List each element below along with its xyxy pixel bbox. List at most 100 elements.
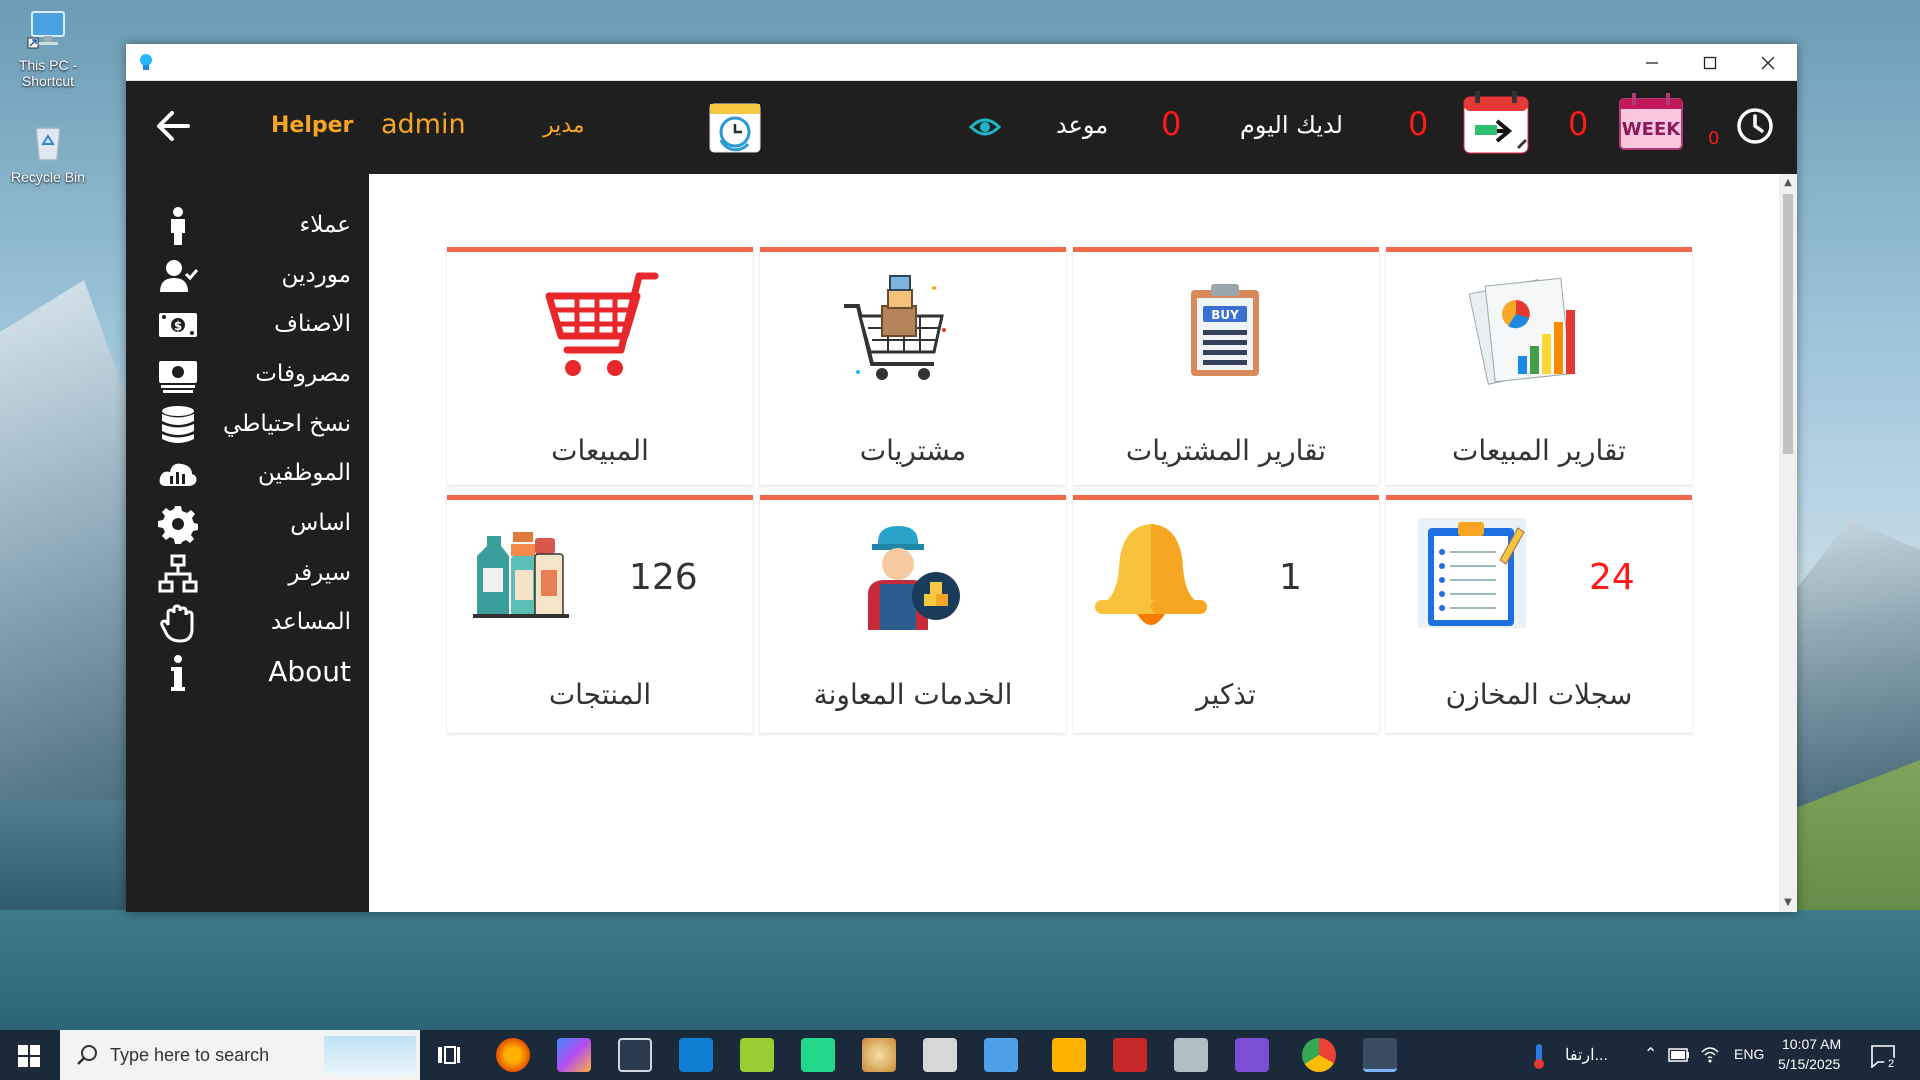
transfer-count: 0 — [1568, 105, 1589, 143]
scroll-down-icon[interactable]: ▼ — [1779, 894, 1797, 912]
scroll-thumb[interactable] — [1783, 194, 1793, 454]
maximize-button[interactable] — [1681, 44, 1739, 81]
desktop-icon-this-pc[interactable]: This PC - Shortcut — [0, 10, 96, 89]
network-icon — [158, 554, 198, 593]
card-sales-reports[interactable]: تقارير المبيعات — [1386, 247, 1692, 485]
card-title: تقارير المشتريات — [1125, 434, 1327, 467]
desktop-icon-recycle-bin[interactable]: Recycle Bin — [0, 122, 96, 185]
minimize-button[interactable] — [1623, 44, 1681, 81]
card-purchase-reports[interactable]: BUY تقارير المشتريات — [1073, 247, 1379, 485]
app-bulb-icon — [140, 54, 152, 70]
toolbox-icon[interactable] — [1113, 1038, 1147, 1072]
sidebar-item-expenses[interactable]: مصروفات — [126, 347, 369, 403]
card-products[interactable]: 126 المنتجات — [447, 495, 753, 733]
taskbar-search-box[interactable]: Type here to search — [60, 1030, 420, 1080]
cash-stack-icon — [159, 361, 197, 393]
clock-time[interactable]: 10:07 AM — [1782, 1036, 1841, 1052]
search-highlight-image — [324, 1036, 416, 1074]
taskbar: Type here to search ارتفا... ⌃ ENG 10:07… — [0, 1030, 1920, 1080]
sidebar-item-assistant[interactable]: المساعد — [126, 595, 369, 651]
lambda-app-icon[interactable] — [740, 1038, 774, 1072]
calendar-transfer-icon[interactable] — [1461, 89, 1531, 155]
language-indicator[interactable]: ENG — [1734, 1046, 1764, 1062]
sidebar-item-label: نسخ احتياطي — [222, 411, 351, 437]
week-icon-text: WEEK — [1622, 119, 1681, 140]
sidebar: عملاء موردين $ الاصناف مصروفات نسخ احتيا… — [126, 174, 369, 912]
content-scrollbar[interactable]: ▲ ▼ — [1779, 174, 1797, 912]
notification-count: 2 — [1884, 1057, 1898, 1071]
thermometer-icon[interactable] — [1532, 1042, 1546, 1070]
network-app-icon[interactable] — [1174, 1038, 1208, 1072]
snipping-tool-icon[interactable] — [923, 1038, 957, 1072]
week-calendar-icon[interactable]: WEEK — [1616, 91, 1688, 155]
task-view-icon[interactable] — [437, 1044, 461, 1066]
battery-icon[interactable] — [1668, 1048, 1690, 1062]
products-icon — [473, 532, 569, 618]
build-tools-icon[interactable] — [1052, 1038, 1086, 1072]
checklist-icon — [1418, 518, 1526, 628]
vscode-icon[interactable] — [679, 1038, 713, 1072]
appointment-label: موعد — [1056, 111, 1109, 139]
scroll-up-icon[interactable]: ▲ — [1779, 174, 1797, 192]
sidebar-item-basics[interactable]: اساس — [126, 496, 369, 552]
sales-report-icon — [1468, 277, 1575, 385]
tray-chevron-icon[interactable]: ⌃ — [1644, 1044, 1657, 1064]
today-label: لديك اليوم — [1240, 111, 1343, 139]
helper-label[interactable]: Helper — [271, 113, 353, 138]
user-role: مدير — [543, 113, 585, 138]
sidebar-item-customers[interactable]: عملاء — [126, 198, 369, 254]
buy-badge-text: BUY — [1211, 308, 1239, 322]
card-support-services[interactable]: الخدمات المعاونة — [760, 495, 1066, 733]
windows-start-icon[interactable] — [18, 1045, 40, 1067]
user-name: admin — [381, 109, 466, 140]
wifi-icon[interactable] — [1700, 1046, 1720, 1064]
clock-count: 0 — [1708, 128, 1720, 149]
desktop-wallpaper-water — [0, 910, 1920, 1030]
card-title: الخدمات المعاونة — [813, 678, 1013, 711]
sidebar-item-items[interactable]: $ الاصناف — [126, 297, 369, 353]
sidebar-item-about[interactable]: About — [126, 645, 369, 701]
svg-text:$: $ — [174, 319, 182, 333]
card-count: 1 — [1279, 557, 1302, 598]
chrome-icon[interactable] — [1302, 1038, 1336, 1072]
remote-desktop-icon[interactable] — [984, 1038, 1018, 1072]
sidebar-item-employees[interactable]: الموظفين — [126, 446, 369, 502]
schedule-clock-calendar-icon[interactable] — [708, 100, 762, 154]
info-icon — [171, 655, 185, 691]
back-arrow-icon[interactable] — [154, 107, 192, 145]
sidebar-item-server[interactable]: سيرفر — [126, 546, 369, 602]
card-reminder[interactable]: 1 تذكير — [1073, 495, 1379, 733]
virtualbox-icon[interactable] — [618, 1038, 652, 1072]
buy-clipboard-icon: BUY — [1191, 284, 1259, 376]
copilot-icon[interactable] — [557, 1038, 591, 1072]
firefox-icon[interactable] — [496, 1038, 530, 1072]
close-button[interactable] — [1739, 44, 1797, 81]
card-sales[interactable]: المبيعات — [447, 247, 753, 485]
active-app-icon[interactable] — [1363, 1038, 1397, 1072]
clock-icon[interactable] — [1735, 106, 1775, 146]
paint-icon[interactable] — [862, 1038, 896, 1072]
desktop-icon-label: Recycle Bin — [11, 169, 85, 185]
desktop-wallpaper-mountain — [0, 280, 140, 800]
card-purchases[interactable]: مشتريات — [760, 247, 1066, 485]
window-titlebar[interactable] — [126, 44, 1797, 81]
card-title: مشتريات — [859, 434, 967, 467]
card-title: تقارير المبيعات — [1452, 434, 1626, 467]
money-icon: $ — [159, 313, 197, 337]
user-check-icon — [160, 260, 198, 292]
person-icon — [171, 207, 185, 245]
pycharm-icon[interactable] — [801, 1038, 835, 1072]
maximize-icon — [1703, 56, 1717, 69]
clock-date[interactable]: 5/15/2025 — [1778, 1056, 1840, 1072]
visual-studio-icon[interactable] — [1235, 1038, 1269, 1072]
eye-icon[interactable] — [969, 115, 1001, 139]
sidebar-item-label: الموظفين — [258, 460, 351, 486]
sidebar-item-backup[interactable]: نسخ احتياطي — [126, 397, 369, 453]
card-warehouse-records[interactable]: 24 سجلات المخازن — [1386, 495, 1692, 733]
weather-text[interactable]: ارتفا... — [1565, 1045, 1608, 1065]
sidebar-item-suppliers[interactable]: موردين — [126, 248, 369, 304]
desktop-icon-label: This PC - Shortcut — [18, 57, 78, 89]
gear-icon — [158, 506, 198, 544]
bell-icon — [1095, 524, 1207, 625]
sidebar-item-label: مصروفات — [255, 361, 351, 387]
